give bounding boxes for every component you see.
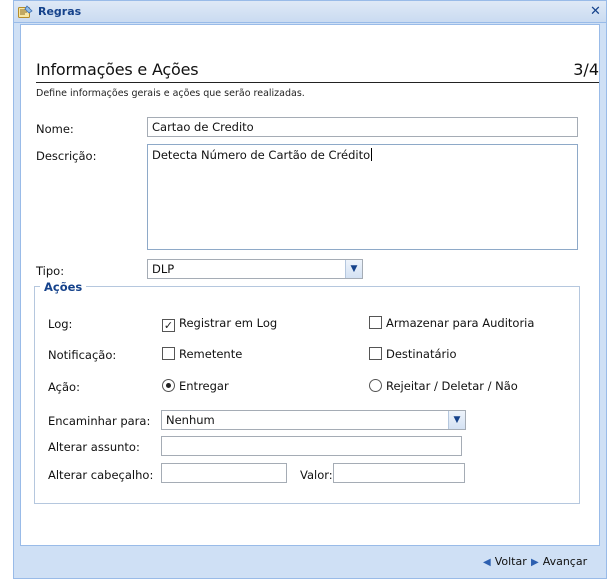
entregar-label: Entregar — [179, 379, 229, 393]
nome-input[interactable]: Cartao de Credito — [147, 117, 578, 137]
rejeitar-radio[interactable]: Rejeitar / Deletar / Não — [369, 379, 518, 393]
rejeitar-label: Rejeitar / Deletar / Não — [386, 379, 518, 393]
encaminhar-label: Encaminhar para: — [48, 414, 151, 428]
next-button[interactable]: ▶ Avançar — [531, 555, 587, 568]
descricao-value: Detecta Número de Cartão de Crédito — [152, 148, 371, 162]
encaminhar-select[interactable]: Nenhum ▼ — [161, 410, 466, 430]
window-title: Regras — [38, 5, 82, 18]
tipo-select[interactable]: DLP ▼ — [147, 259, 363, 279]
radio-icon — [369, 379, 382, 392]
chevron-down-icon[interactable]: ▼ — [448, 411, 465, 429]
back-button[interactable]: ◀ Voltar — [483, 555, 527, 568]
destinatario-label: Destinatário — [386, 347, 457, 361]
checkbox-icon — [369, 316, 382, 329]
checkbox-icon — [369, 347, 382, 360]
armazenar-auditoria-checkbox[interactable]: Armazenar para Auditoria — [369, 316, 534, 330]
remetente-label: Remetente — [179, 347, 243, 361]
notificacao-label: Notificação: — [48, 348, 117, 362]
armazenar-auditoria-label: Armazenar para Auditoria — [386, 316, 535, 330]
alterar-assunto-label: Alterar assunto: — [48, 440, 140, 454]
arrow-right-icon: ▶ — [531, 557, 539, 568]
descricao-textarea[interactable]: Detecta Número de Cartão de Crédito — [147, 144, 578, 250]
text-cursor — [371, 148, 373, 161]
page-subtitle: Define informações gerais e ações que se… — [36, 88, 305, 99]
title-divider — [36, 82, 599, 83]
checkbox-checked-icon: ✓ — [162, 319, 175, 332]
acoes-legend: Ações — [40, 280, 87, 294]
step-indicator: 3/4 — [573, 60, 599, 79]
nome-label: Nome: — [36, 122, 74, 136]
valor-input[interactable] — [333, 463, 465, 483]
destinatario-checkbox[interactable]: Destinatário — [369, 347, 456, 361]
log-label: Log: — [48, 317, 73, 331]
close-icon[interactable]: ✕ — [588, 4, 603, 19]
entregar-radio[interactable]: Entregar — [162, 379, 229, 393]
radio-selected-icon — [162, 379, 175, 392]
acao-label: Ação: — [48, 380, 80, 394]
rules-wizard-icon — [18, 5, 33, 18]
back-label: Voltar — [494, 555, 527, 568]
valor-label: Valor: — [300, 468, 333, 482]
arrow-left-icon: ◀ — [483, 557, 491, 568]
window-titlebar[interactable]: Regras ✕ — [14, 1, 606, 23]
nome-value: Cartao de Credito — [152, 120, 254, 134]
alterar-cabecalho-label: Alterar cabeçalho: — [48, 468, 154, 482]
next-label: Avançar — [542, 555, 588, 568]
alterar-cabecalho-input[interactable] — [161, 463, 287, 483]
remetente-checkbox[interactable]: Remetente — [162, 347, 242, 361]
page-title: Informações e Ações — [36, 60, 199, 79]
checkbox-icon — [162, 347, 175, 360]
registrar-log-label: Registrar em Log — [179, 316, 278, 330]
tipo-label: Tipo: — [36, 264, 65, 278]
registrar-log-checkbox[interactable]: ✓ Registrar em Log — [162, 316, 277, 332]
descricao-label: Descrição: — [36, 149, 97, 163]
encaminhar-value: Nenhum — [166, 413, 215, 427]
tipo-value: DLP — [152, 262, 175, 276]
alterar-assunto-input[interactable] — [161, 436, 462, 456]
chevron-down-icon[interactable]: ▼ — [345, 260, 362, 278]
